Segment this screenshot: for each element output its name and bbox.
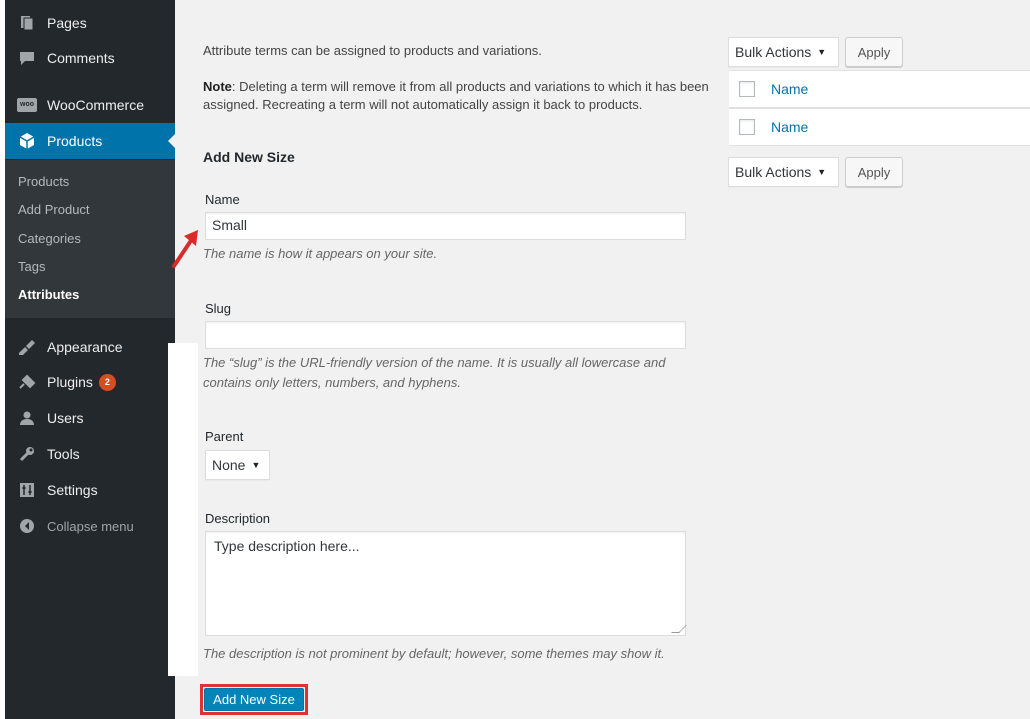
pointer-arrow-icon xyxy=(172,230,198,268)
menu-item-tools[interactable]: Tools xyxy=(5,436,175,472)
select-all-checkbox[interactable] xyxy=(739,81,755,97)
slug-label: Slug xyxy=(205,301,232,316)
menu-item-woocommerce[interactable]: woo WooCommerce xyxy=(5,87,175,123)
dropdown-caret-icon: ▼ xyxy=(251,460,261,470)
menu-item-label: Tools xyxy=(47,446,80,462)
name-help-text: The name is how it appears on your site. xyxy=(203,246,438,261)
note-label: Note xyxy=(203,79,232,94)
add-new-size-heading: Add New Size xyxy=(203,149,295,165)
bulk-actions-label: Bulk Actions xyxy=(735,44,812,60)
description-label: Description xyxy=(205,511,271,526)
parent-select-value: None xyxy=(212,457,246,473)
collapse-icon xyxy=(17,516,37,536)
submenu-item-add-product[interactable]: Add Product xyxy=(18,202,90,217)
submenu-item-tags[interactable]: Tags xyxy=(18,259,45,274)
products-submenu: Products Add Product Categories Tags Att… xyxy=(5,160,175,318)
pages-icon xyxy=(17,13,37,33)
appearance-icon xyxy=(17,337,37,357)
description-help-text: The description is not prominent by defa… xyxy=(203,646,665,661)
menu-item-label: Settings xyxy=(47,482,98,498)
menu-item-comments[interactable]: Comments xyxy=(5,40,175,76)
menu-item-settings[interactable]: Settings xyxy=(5,472,175,508)
parent-label: Parent xyxy=(205,429,244,444)
name-column-footer[interactable]: Name xyxy=(771,119,808,135)
name-column-header[interactable]: Name xyxy=(771,81,808,97)
name-input[interactable]: Small xyxy=(205,212,686,240)
update-count-badge: 2 xyxy=(98,373,116,391)
apply-button-bottom[interactable]: Apply xyxy=(845,157,903,187)
bulk-actions-label: Bulk Actions xyxy=(735,164,812,180)
name-label: Name xyxy=(205,192,240,207)
resize-handle-icon[interactable] xyxy=(671,625,687,633)
admin-sidebar: Pages Comments woo WooCommerce Products … xyxy=(5,0,176,719)
users-icon xyxy=(17,408,37,428)
submenu-item-categories[interactable]: Categories xyxy=(18,231,81,246)
menu-item-label: Pages xyxy=(47,15,87,31)
description-text: Type description here... xyxy=(214,538,360,554)
bulk-actions-select-bottom[interactable]: Bulk Actions ▼ xyxy=(728,157,839,187)
comments-icon xyxy=(17,48,37,68)
menu-item-plugins[interactable]: Plugins 2 xyxy=(5,364,175,400)
menu-item-label: Plugins xyxy=(47,374,93,390)
submit-highlight-box: Add New Size xyxy=(200,684,308,715)
add-new-size-button[interactable]: Add New Size xyxy=(204,688,304,711)
note-text: Note: Deleting a term will remove it fro… xyxy=(203,78,723,114)
apply-button-top[interactable]: Apply xyxy=(845,37,903,67)
menu-item-label: Users xyxy=(47,410,84,426)
slug-help-text: The “slug” is the URL-friendly version o… xyxy=(203,355,666,390)
note-body: : Deleting a term will remove it from al… xyxy=(203,79,709,112)
main-content: Attribute terms can be assigned to produ… xyxy=(172,0,1030,719)
table-header-row: Name xyxy=(729,70,1030,108)
submenu-item-products[interactable]: Products xyxy=(18,174,69,189)
dropdown-caret-icon: ▼ xyxy=(817,167,827,177)
plugins-icon xyxy=(17,372,37,392)
intro-text: Attribute terms can be assigned to produ… xyxy=(203,43,542,58)
wrench-icon xyxy=(17,444,37,464)
bulk-actions-select-top[interactable]: Bulk Actions ▼ xyxy=(728,37,839,67)
menu-item-pages[interactable]: Pages xyxy=(5,5,175,41)
overlay-strip xyxy=(168,343,198,676)
menu-item-users[interactable]: Users xyxy=(5,400,175,436)
menu-item-products[interactable]: Products xyxy=(5,123,176,159)
collapse-menu-label: Collapse menu xyxy=(47,518,134,534)
products-icon xyxy=(17,131,37,151)
woocommerce-icon: woo xyxy=(17,95,37,115)
collapse-menu-button[interactable]: Collapse menu xyxy=(5,508,175,544)
parent-select[interactable]: None ▼ xyxy=(205,450,270,480)
menu-item-label: WooCommerce xyxy=(47,97,144,113)
slug-input[interactable] xyxy=(205,321,686,349)
select-all-checkbox-footer[interactable] xyxy=(739,119,755,135)
menu-item-label: Appearance xyxy=(47,339,123,355)
menu-item-label: Comments xyxy=(47,50,115,66)
description-textarea[interactable]: Type description here... xyxy=(205,531,687,636)
submenu-item-attributes[interactable]: Attributes xyxy=(18,287,79,302)
menu-item-appearance[interactable]: Appearance xyxy=(5,329,175,365)
dropdown-caret-icon: ▼ xyxy=(817,47,827,57)
settings-icon xyxy=(17,480,37,500)
table-footer-row: Name xyxy=(729,108,1030,146)
menu-item-label: Products xyxy=(47,133,103,149)
